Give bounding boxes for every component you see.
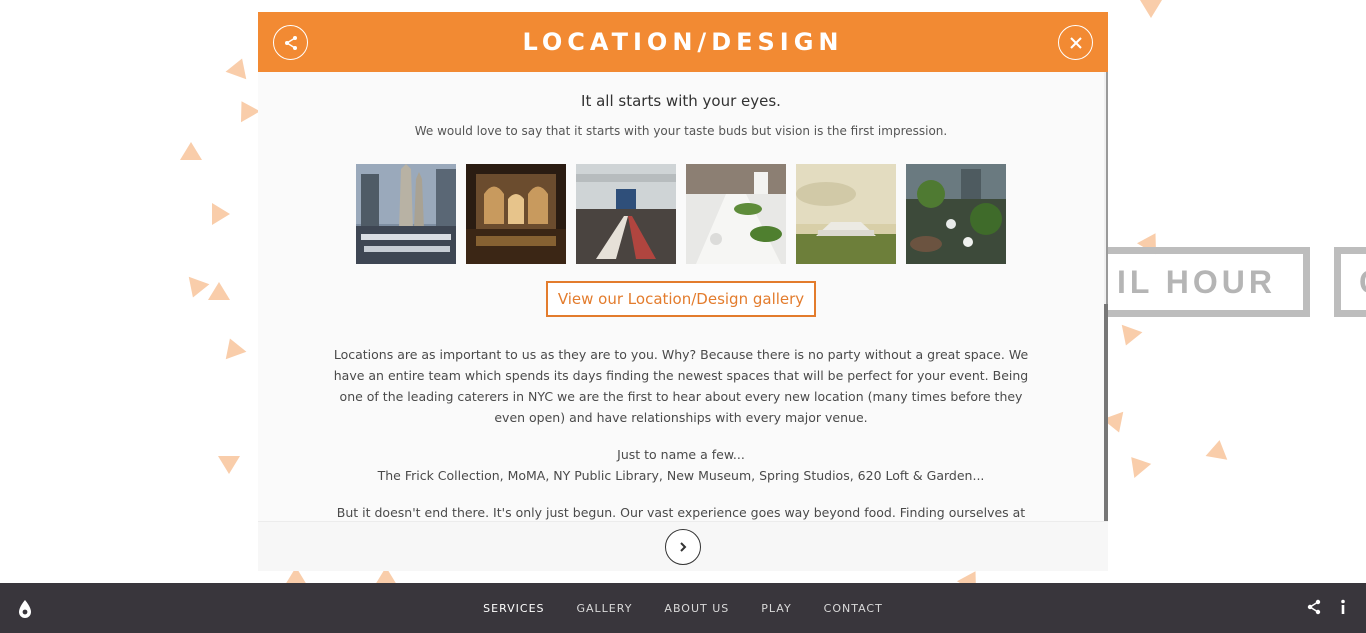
view-gallery-button[interactable]: View our Location/Design gallery	[545, 281, 817, 317]
paragraph-venues: Just to name a few... The Frick Collecti…	[331, 444, 1031, 486]
nav-play[interactable]: PLAY	[761, 602, 791, 615]
nav-contact[interactable]: CONTACT	[824, 602, 883, 615]
logo-icon[interactable]	[16, 599, 34, 623]
info-icon[interactable]	[1340, 599, 1346, 615]
venues-intro: Just to name a few...	[617, 447, 745, 462]
decorative-triangle	[180, 142, 202, 160]
thumbnail-white-table[interactable]	[686, 164, 786, 264]
nav-about-us[interactable]: ABOUT US	[664, 602, 729, 615]
chevron-right-icon	[680, 541, 687, 552]
share-icon[interactable]	[1306, 599, 1322, 615]
decorative-triangle	[225, 54, 253, 80]
modal-subline: We would love to say that it starts with…	[414, 124, 948, 138]
bottom-navbar: SERVICES GALLERY ABOUT US PLAY CONTACT	[0, 583, 1366, 633]
decorative-triangle	[1205, 438, 1231, 460]
thumbnail-cathedral-dinner[interactable]	[356, 164, 456, 264]
nav-gallery[interactable]: GALLERY	[577, 602, 633, 615]
decorative-triangle	[1122, 450, 1152, 478]
venues-list: The Frick Collection, MoMA, NY Public Li…	[377, 468, 985, 483]
thumbnail-strip	[258, 164, 1104, 264]
decorative-triangle	[231, 95, 261, 123]
modal-scrollbar-thumb[interactable]	[1104, 304, 1108, 521]
modal-body[interactable]: It all starts with your eyes. We would l…	[258, 72, 1104, 521]
paragraph-locations: Locations are as important to us as they…	[333, 347, 1029, 425]
background-tag-label: C	[1359, 264, 1366, 301]
next-button[interactable]	[665, 528, 701, 565]
close-icon	[1069, 36, 1082, 49]
modal-headline: It all starts with your eyes.	[581, 92, 781, 110]
thumbnail-tent-field[interactable]	[796, 164, 896, 264]
background-section-tag[interactable]: C	[1334, 247, 1366, 317]
background-section-tag[interactable]: IL HOUR	[1090, 247, 1310, 317]
decorative-triangle	[1140, 0, 1162, 18]
modal-footer	[258, 521, 1108, 571]
thumbnail-rooftop-garden[interactable]	[906, 164, 1006, 264]
decorative-triangle	[212, 203, 230, 225]
decorative-triangle	[182, 276, 210, 302]
close-button[interactable]	[1058, 25, 1093, 60]
thumbnail-loft-table[interactable]	[576, 164, 676, 264]
thumbnail-library-hall[interactable]	[466, 164, 566, 264]
decorative-triangle	[218, 456, 240, 474]
nav-right-actions	[1306, 599, 1346, 615]
location-design-modal: LOCATION/DESIGN It all starts with your …	[258, 12, 1108, 571]
decorative-triangle	[208, 282, 230, 300]
paragraph-experience: But it doesn't end there. It's only just…	[336, 505, 1026, 520]
background-tag-label: IL HOUR	[1117, 263, 1276, 300]
share-icon	[284, 35, 297, 50]
decorative-triangle	[1115, 324, 1143, 350]
modal-title: LOCATION/DESIGN	[522, 28, 844, 56]
share-button[interactable]	[273, 25, 308, 60]
modal-header: LOCATION/DESIGN	[258, 12, 1108, 72]
modal-scrollbar-upper	[1106, 72, 1108, 304]
decorative-triangle	[219, 334, 247, 360]
nav-services[interactable]: SERVICES	[483, 602, 544, 615]
